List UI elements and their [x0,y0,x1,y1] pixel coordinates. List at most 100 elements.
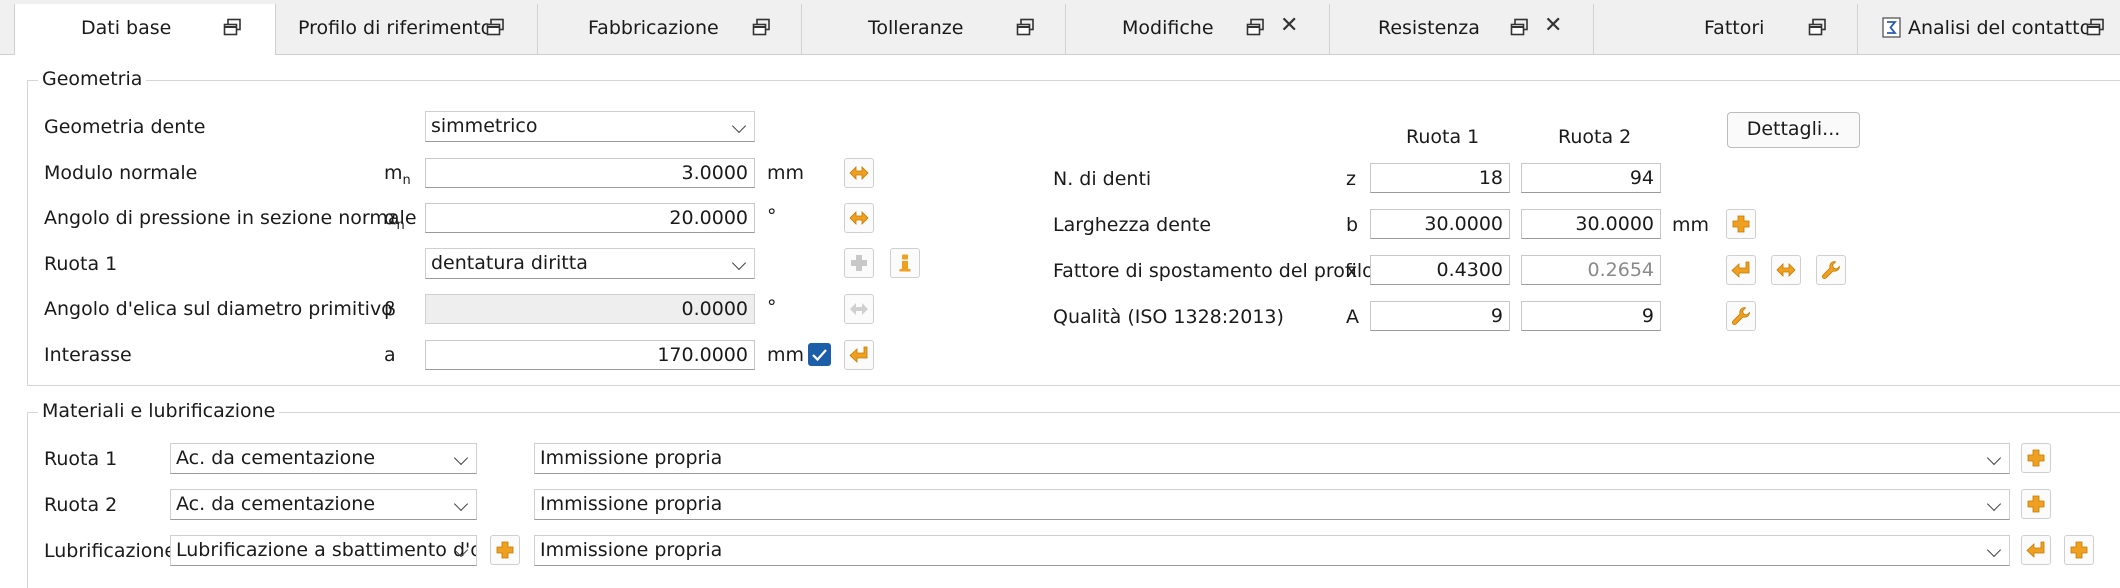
gear1-type-value: dentatura diritta [431,252,588,274]
info-button[interactable] [890,248,920,278]
chevron-down-icon [453,496,469,512]
material-gear2-value: Ac. da cementazione [176,493,376,515]
chevron-down-icon [453,450,469,466]
normal-module-unit: mm [767,162,805,184]
tooth-geometry-select[interactable]: simmetrico [425,111,755,142]
arrow-left-icon [849,346,868,363]
window-restore-icon[interactable] [1510,18,1529,37]
center-distance-symbol: a [384,344,396,366]
quality-gear2-input[interactable]: 9 [1521,301,1661,331]
details-button[interactable]: Dettagli... [1727,112,1860,148]
window-restore-icon[interactable] [1246,18,1265,37]
teeth-count-label: N. di denti [1053,168,1152,190]
window-restore-icon[interactable] [2086,18,2105,37]
profile-shift-gear2-input[interactable]: 0.2654 [1521,255,1661,285]
profile-shift-sizing-button[interactable] [1816,255,1846,285]
column-header-gear2: Ruota 2 [1558,126,1632,148]
tab-label: Fattori [1704,17,1765,39]
plus-icon [2027,495,2045,513]
tooth-geometry-value: simmetrico [431,115,538,137]
material-gear2-label: Ruota 2 [44,494,118,516]
info-icon [899,254,911,272]
tab-label: Fabbricazione [588,17,719,39]
material-gear1-spec-select[interactable]: Immissione propria [534,443,2010,474]
tab-fattori[interactable]: Fattori [1594,4,1858,54]
gear1-label: Ruota 1 [44,253,118,275]
symbol-sub: n [396,217,405,233]
face-width-gear1-input[interactable]: 30.0000 [1370,209,1510,239]
sigma-report-icon [1882,17,1901,38]
material-gear2-add-button[interactable] [2021,489,2051,519]
face-width-gear2-input[interactable]: 30.0000 [1521,209,1661,239]
tab-modifiche[interactable]: Modifiche ✕ [1066,4,1330,54]
checkmark-icon [812,349,827,362]
helix-angle-unit: ° [767,296,777,318]
add-button-disabled[interactable] [844,248,874,278]
tab-profilo-di-riferimento[interactable]: Profilo di riferimento [276,4,538,54]
material-gear1-add-button[interactable] [2021,443,2051,473]
teeth-count-gear2-input[interactable]: 94 [1521,163,1661,193]
lubrication-spec-add-button[interactable] [2064,535,2094,565]
tab-label: Analisi del contatto [1908,17,2092,39]
lubrication-spec-select[interactable]: Immissione propria [534,535,2010,566]
profile-shift-calc-button[interactable] [1726,255,1756,285]
quality-gear1-input[interactable]: 9 [1370,301,1510,331]
lubrication-value: Lubrificazione a sbattimento d'ol [176,539,477,561]
helix-angle-symbol: β [384,298,397,320]
lubrication-calc-button[interactable] [2021,535,2051,565]
profile-shift-convert-button[interactable] [1771,255,1801,285]
helix-angle-input[interactable]: 0.0000 [425,294,755,324]
calculate-button[interactable] [844,340,874,370]
quality-label: Qualità (ISO 1328:2013) [1053,306,1284,328]
convert-button[interactable] [844,158,874,188]
window-restore-icon[interactable] [1808,18,1827,37]
tab-label: Modifiche [1122,17,1214,39]
symbol-main: m [384,162,403,184]
gear1-type-select[interactable]: dentatura diritta [425,248,755,279]
pressure-angle-input[interactable]: 20.0000 [425,203,755,233]
tab-label: Tolleranze [868,17,964,39]
window-restore-icon[interactable] [752,18,771,37]
center-distance-unit: mm [767,344,805,366]
teeth-count-gear1-input[interactable]: 18 [1370,163,1510,193]
arrows-horizontal-icon [1776,263,1796,277]
face-width-unit: mm [1672,214,1710,236]
center-distance-checkbox[interactable] [808,343,831,366]
lubrication-select[interactable]: Lubrificazione a sbattimento d'ol [170,535,477,566]
chevron-down-icon [1986,450,2002,466]
normal-module-input[interactable]: 3.0000 [425,158,755,188]
quality-sizing-button[interactable] [1726,301,1756,331]
material-gear1-value: Ac. da cementazione [176,447,376,469]
profile-shift-gear1-input[interactable]: 0.4300 [1370,255,1510,285]
tab-fabbricazione[interactable]: Fabbricazione [538,4,802,54]
close-icon[interactable]: ✕ [1544,15,1562,37]
arrows-horizontal-icon [850,303,868,315]
quality-symbol: A [1346,306,1359,328]
window-restore-icon[interactable] [223,18,242,37]
lubrication-add-button[interactable] [490,535,520,565]
tab-resistenza[interactable]: Resistenza ✕ [1330,4,1594,54]
convert-button-disabled[interactable] [844,294,874,324]
window-restore-icon[interactable] [1016,18,1035,37]
face-width-add-button[interactable] [1726,209,1756,239]
face-width-symbol: b [1346,214,1359,236]
close-icon[interactable]: ✕ [1280,15,1298,37]
tab-label: Profilo di riferimento [298,17,493,39]
tab-tolleranze[interactable]: Tolleranze [802,4,1066,54]
wrench-icon [1822,261,1840,279]
symbol-main: α [384,207,397,229]
wrench-icon [1732,307,1750,325]
tab-dati-base[interactable]: Dati base [14,4,276,55]
tab-bar: Dati base Profilo di riferimento Fabbric… [0,0,2120,55]
convert-button[interactable] [844,203,874,233]
material-gear2-spec-select[interactable]: Immissione propria [534,489,2010,520]
material-gear2-select[interactable]: Ac. da cementazione [170,489,477,520]
window-restore-icon[interactable] [486,18,505,37]
material-gear1-select[interactable]: Ac. da cementazione [170,443,477,474]
teeth-count-symbol: z [1346,168,1356,190]
material-gear1-label: Ruota 1 [44,448,118,470]
arrows-horizontal-icon [849,211,869,225]
tab-analisi-del-contatto[interactable]: Analisi del contatto [1858,4,2120,54]
center-distance-input[interactable]: 170.0000 [425,340,755,370]
chevron-down-icon [731,255,747,271]
